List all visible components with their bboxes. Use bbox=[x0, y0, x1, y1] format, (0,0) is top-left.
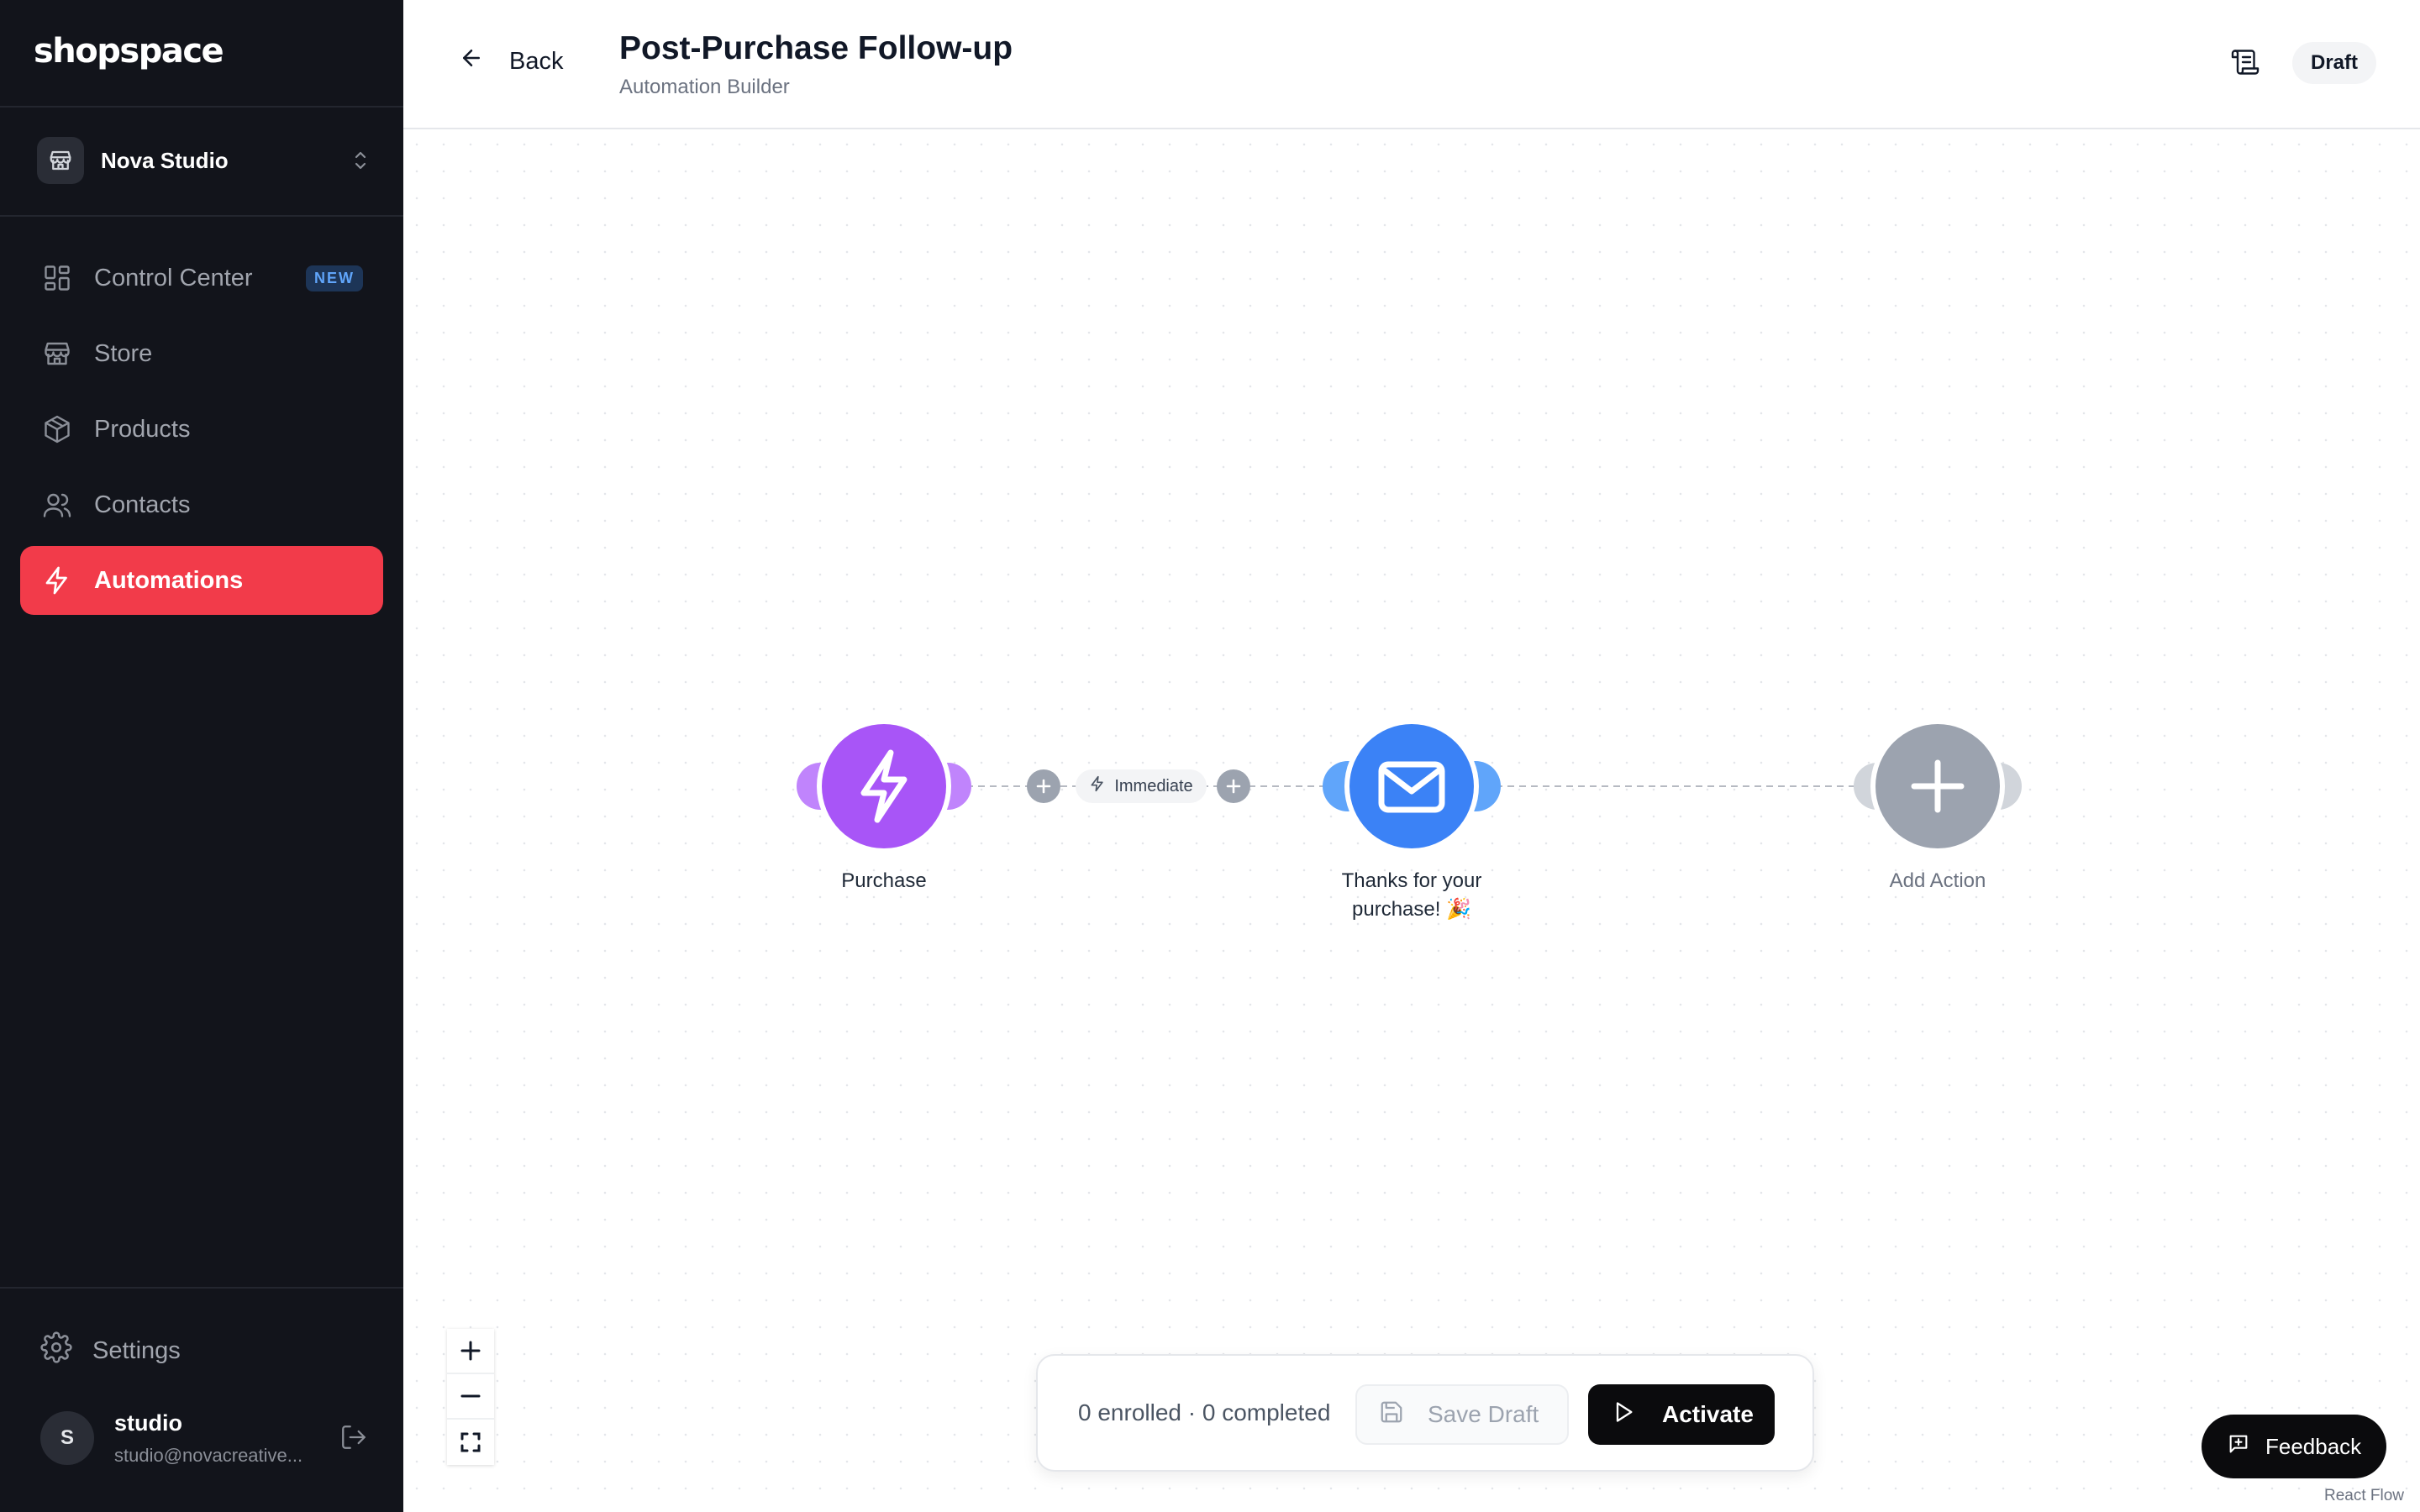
email-label-line1: Thanks for your bbox=[1341, 869, 1482, 892]
box-icon bbox=[40, 412, 74, 446]
add-action-label: Add Action bbox=[1889, 869, 1986, 892]
sidebar: shopspace Nova Studio Control Center NEW bbox=[0, 0, 403, 1512]
sidebar-item-contacts[interactable]: Contacts bbox=[20, 470, 383, 539]
activate-label: Activate bbox=[1662, 1401, 1754, 1427]
logout-icon[interactable] bbox=[339, 1423, 368, 1456]
store-icon bbox=[37, 137, 84, 184]
sidebar-nav: Control Center NEW Store Products Contac… bbox=[20, 244, 383, 622]
sidebar-item-label: Control Center bbox=[94, 264, 253, 291]
avatar: S bbox=[40, 1411, 94, 1465]
message-plus-icon bbox=[2227, 1432, 2250, 1462]
bottom-action-bar: 0 enrolled · 0 completed Save Draft Acti… bbox=[1036, 1354, 1814, 1472]
fit-view-icon bbox=[460, 1432, 481, 1452]
fit-view-button[interactable] bbox=[447, 1420, 494, 1465]
save-draft-label: Save Draft bbox=[1428, 1401, 1539, 1427]
sidebar-item-products[interactable]: Products bbox=[20, 395, 383, 464]
plus-icon bbox=[460, 1341, 481, 1361]
new-badge: NEW bbox=[306, 265, 363, 291]
chevron-updown-icon bbox=[351, 148, 370, 177]
grid-icon bbox=[40, 261, 74, 295]
delay-pill[interactable]: Immediate bbox=[1076, 769, 1207, 803]
sidebar-divider bbox=[0, 1287, 403, 1289]
flow-canvas[interactable]: Purchase Immediate Thanks for your purch… bbox=[403, 131, 2420, 1512]
sidebar-item-label: Automations bbox=[94, 566, 244, 594]
scroll-log-icon[interactable] bbox=[2230, 47, 2260, 81]
sidebar-divider bbox=[0, 106, 403, 108]
feedback-label: Feedback bbox=[2265, 1433, 2362, 1459]
play-icon bbox=[1612, 1400, 1635, 1430]
enrollment-stats: 0 enrolled · 0 completed bbox=[1078, 1399, 1331, 1425]
feedback-button[interactable]: Feedback bbox=[2202, 1415, 2386, 1478]
user-email: studio@novacreative... bbox=[114, 1444, 303, 1466]
store-name: Nova Studio bbox=[101, 147, 229, 173]
trigger-label: Purchase bbox=[841, 869, 927, 892]
sidebar-item-label: Store bbox=[94, 339, 153, 367]
brand-logo[interactable]: shopspace bbox=[34, 32, 224, 71]
email-node[interactable] bbox=[1304, 719, 1519, 853]
trigger-node[interactable] bbox=[776, 719, 992, 853]
settings-label: Settings bbox=[92, 1336, 181, 1364]
react-flow-attribution[interactable]: React Flow bbox=[2324, 1487, 2404, 1505]
add-step-button[interactable] bbox=[1027, 769, 1060, 803]
store-switcher[interactable]: Nova Studio bbox=[37, 134, 370, 186]
user-name: studio bbox=[114, 1410, 182, 1436]
sidebar-item-control-center[interactable]: Control Center NEW bbox=[20, 244, 383, 312]
page-subtitle: Automation Builder bbox=[619, 76, 790, 98]
lightning-icon bbox=[40, 564, 74, 597]
back-label: Back bbox=[509, 47, 564, 75]
sidebar-item-label: Contacts bbox=[94, 491, 191, 518]
add-step-button[interactable] bbox=[1217, 769, 1250, 803]
email-label-line2: purchase! 🎉 bbox=[1352, 898, 1471, 921]
email-label: Thanks for your purchase! 🎉 bbox=[1286, 867, 1538, 924]
minus-icon bbox=[460, 1394, 481, 1398]
zoom-out-button[interactable] bbox=[447, 1374, 494, 1420]
zoom-in-button[interactable] bbox=[447, 1329, 494, 1374]
sidebar-item-settings[interactable]: Settings bbox=[40, 1331, 181, 1370]
save-draft-button[interactable]: Save Draft bbox=[1355, 1384, 1569, 1445]
users-icon bbox=[40, 488, 74, 522]
sidebar-item-automations[interactable]: Automations bbox=[20, 546, 383, 615]
sidebar-divider bbox=[0, 215, 403, 217]
status-badge: Draft bbox=[2292, 42, 2377, 84]
zoom-controls bbox=[447, 1329, 494, 1465]
store-icon bbox=[40, 337, 74, 370]
arrow-left-icon bbox=[459, 45, 484, 77]
page-title: Post-Purchase Follow-up bbox=[619, 30, 1013, 66]
save-icon bbox=[1379, 1399, 1404, 1431]
user-profile[interactable]: S studio studio@novacreative... bbox=[40, 1404, 373, 1472]
delay-label: Immediate bbox=[1114, 776, 1193, 795]
sidebar-item-store[interactable]: Store bbox=[20, 319, 383, 388]
sidebar-item-label: Products bbox=[94, 415, 191, 443]
lightning-icon bbox=[1089, 775, 1106, 797]
activate-button[interactable]: Activate bbox=[1588, 1384, 1775, 1445]
page-header: Back Post-Purchase Follow-up Automation … bbox=[403, 0, 2420, 129]
gear-icon bbox=[40, 1331, 72, 1370]
add-action-node[interactable] bbox=[1830, 719, 2045, 853]
back-button[interactable]: Back bbox=[459, 45, 563, 77]
